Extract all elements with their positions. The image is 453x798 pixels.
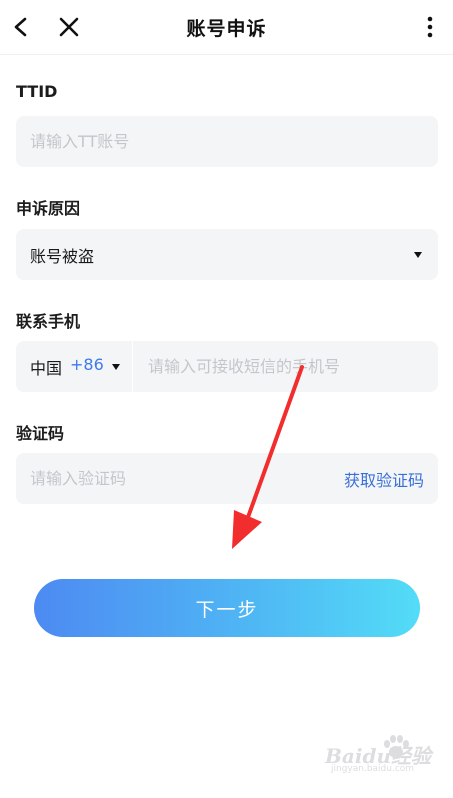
baidu-watermark-logo: Baidu经验 jingyan.baidu.com (325, 735, 435, 778)
country-code: +86 (70, 355, 104, 374)
country-code-select[interactable]: 中国 +86 (16, 341, 132, 392)
caret-down-icon (112, 364, 120, 370)
ttid-label: TTID (16, 82, 58, 101)
caret-down-icon (414, 252, 422, 258)
reason-select[interactable]: 账号被盗 (16, 229, 438, 280)
reason-label: 申诉原因 (16, 199, 81, 218)
field-divider (132, 341, 133, 392)
reason-selected-value: 账号被盗 (30, 247, 95, 266)
ttid-field (16, 116, 438, 167)
phone-field: 中国 +86 (16, 341, 438, 392)
phone-label: 联系手机 (16, 312, 81, 331)
page-title: 账号申诉 (186, 18, 267, 40)
verification-input[interactable] (16, 453, 316, 504)
more-options-button[interactable] (413, 10, 447, 44)
next-step-button[interactable]: 下一步 (34, 579, 420, 637)
navigation-bar: 账号申诉 (0, 0, 453, 55)
get-code-button[interactable]: 获取验证码 (344, 467, 424, 491)
verification-field: 获取验证码 (16, 453, 438, 504)
verification-label: 验证码 (16, 424, 65, 443)
country-name: 中国 (30, 359, 63, 378)
watermark-url: jingyan.baidu.com (331, 764, 415, 774)
more-vertical-icon (427, 16, 433, 38)
ttid-input[interactable] (16, 116, 438, 167)
phone-input[interactable] (134, 341, 434, 392)
